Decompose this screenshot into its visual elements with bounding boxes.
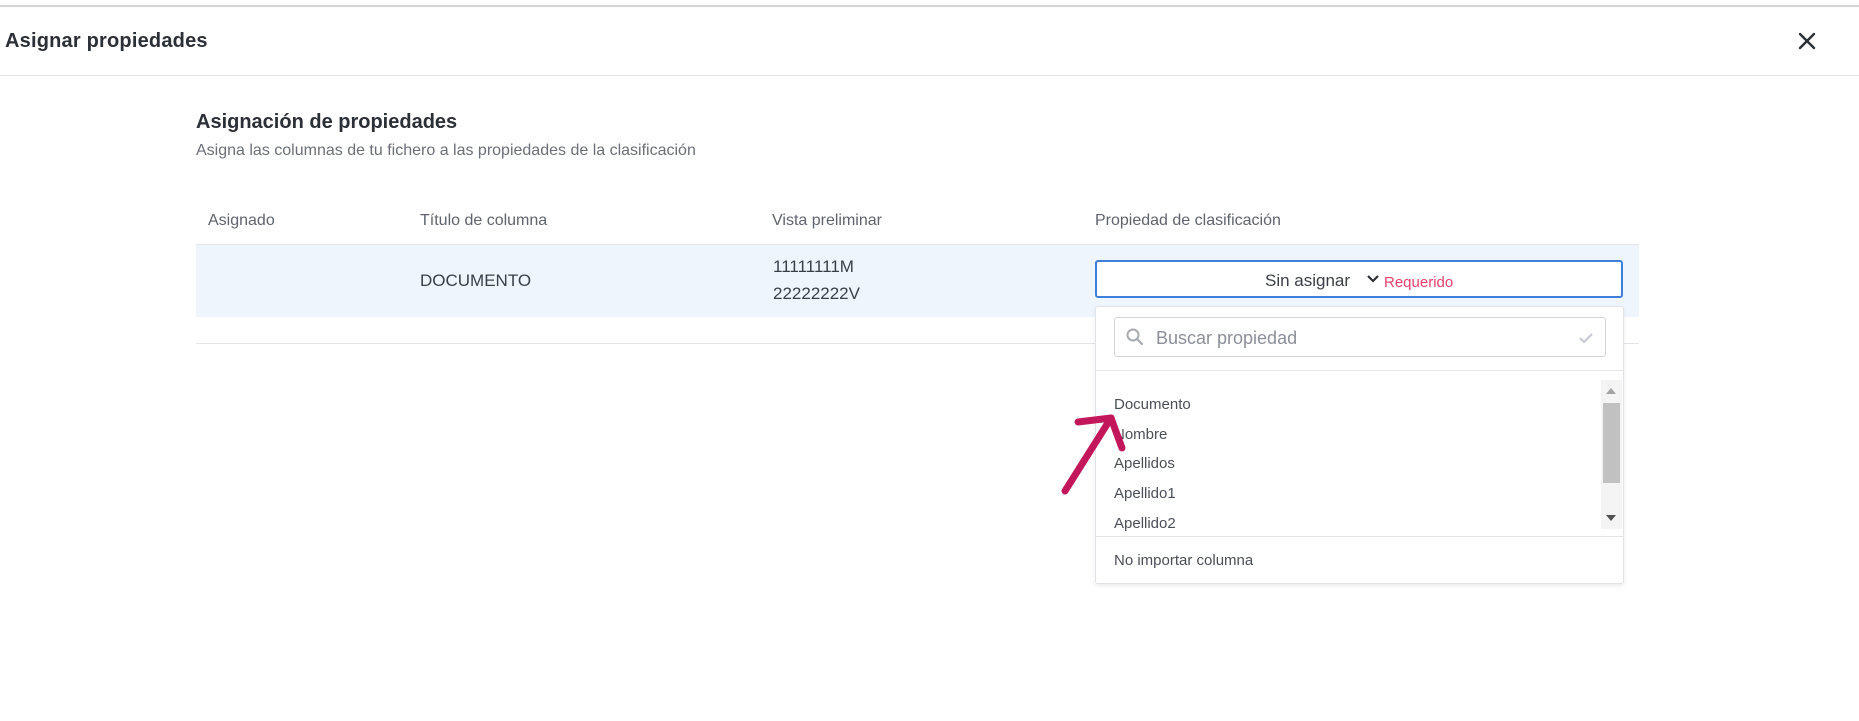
preview-line-1: 11111111M: [773, 257, 854, 276]
header-asignado: Asignado: [208, 212, 275, 229]
scroll-down-icon[interactable]: [1606, 515, 1616, 521]
required-label: Requerido: [1384, 274, 1454, 291]
dialog-header: Asignar propiedades: [0, 7, 1859, 76]
search-field[interactable]: Buscar propiedad: [1114, 317, 1606, 357]
header-propiedad-clasificacion: Propiedad de clasificación: [1095, 212, 1281, 229]
option-no-importar[interactable]: No importar columna: [1114, 552, 1253, 569]
check-icon[interactable]: [1577, 329, 1595, 347]
close-button[interactable]: [1793, 27, 1821, 55]
dropdown-scrollbar[interactable]: [1601, 380, 1622, 529]
search-placeholder: Buscar propiedad: [1156, 328, 1298, 348]
annotation-arrow-icon: [1061, 414, 1126, 495]
property-select[interactable]: Sin asignar Requerido: [1095, 260, 1623, 298]
section-subtitle: Asigna las columnas de tu fichero a las …: [196, 142, 696, 159]
scroll-up-icon[interactable]: [1606, 388, 1616, 394]
chevron-down-icon: [1367, 275, 1379, 283]
preview-line-2: 22222222V: [773, 284, 860, 303]
close-icon: [1798, 32, 1816, 50]
dropdown-divider-bottom: [1096, 536, 1623, 537]
scroll-thumb[interactable]: [1603, 403, 1620, 483]
property-dropdown: Buscar propiedad Documento Nombre Apelli…: [1095, 306, 1624, 584]
header-titulo-columna: Título de columna: [420, 212, 548, 229]
option-apellido2[interactable]: Apellido2: [1114, 515, 1176, 532]
header-vista-preliminar: Vista preliminar: [772, 212, 882, 229]
search-icon: [1126, 328, 1144, 346]
column-title-cell: DOCUMENTO: [420, 271, 532, 290]
section-title: Asignación de propiedades: [196, 111, 458, 133]
dialog-title: Asignar propiedades: [5, 30, 208, 52]
select-value: Sin asignar: [1265, 271, 1351, 290]
dropdown-divider-top: [1096, 370, 1623, 371]
